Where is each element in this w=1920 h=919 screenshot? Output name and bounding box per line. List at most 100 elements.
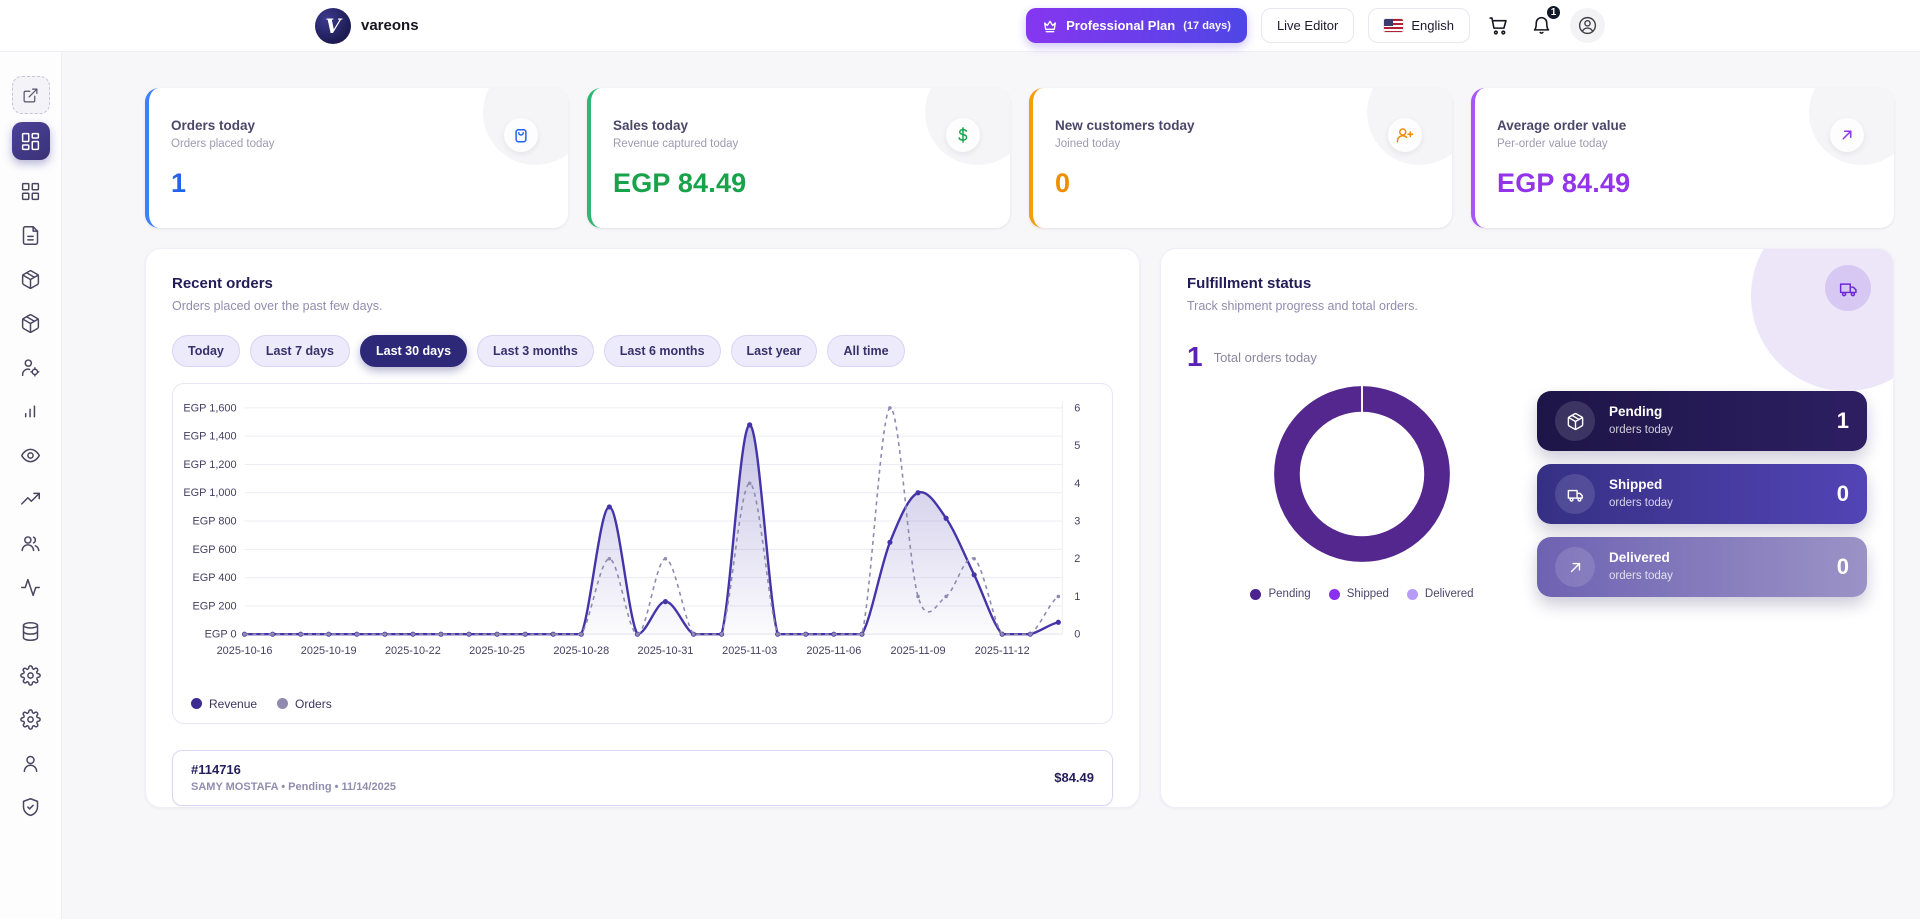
sidebar-item-growth[interactable] — [12, 480, 50, 518]
sidebar-item-widgets[interactable] — [12, 172, 50, 210]
sidebar-item-products[interactable] — [12, 260, 50, 298]
orders-revenue-chart-svg: EGP 0EGP 200EGP 400EGP 600EGP 800EGP 1,0… — [181, 394, 1104, 688]
order-id: #114716 — [191, 762, 396, 777]
sidebar-item-dashboard[interactable] — [12, 122, 50, 160]
sidebar-item-customers[interactable] — [12, 524, 50, 562]
sidebar-item-activity[interactable] — [12, 568, 50, 606]
recent-orders-subtitle: Orders placed over the past few days. — [172, 299, 1113, 313]
svg-text:6: 6 — [1074, 402, 1080, 414]
filter-last-3-months[interactable]: Last 3 months — [477, 335, 594, 367]
users-icon — [20, 533, 41, 554]
status-value: 1 — [1837, 408, 1849, 434]
stat-value: 0 — [1055, 168, 1426, 199]
date-range-filters: Today Last 7 days Last 30 days Last 3 month… — [172, 335, 1113, 367]
svg-text:EGP 600: EGP 600 — [193, 544, 237, 556]
stat-card-sales-today: Sales todayRevenue captured todayEGP 84.… — [587, 88, 1010, 228]
legend-item-orders[interactable]: Orders — [277, 697, 332, 711]
cart-icon — [1488, 15, 1509, 36]
sidebar-item-data[interactable] — [12, 612, 50, 650]
svg-text:0: 0 — [1074, 629, 1080, 641]
brand-name: vareons — [361, 17, 419, 34]
plan-label: Professional Plan — [1066, 18, 1175, 33]
stat-subtitle: Joined today — [1055, 138, 1426, 150]
us-flag-icon — [1384, 19, 1403, 32]
stat-value: 1 — [171, 168, 542, 199]
activity-icon — [20, 577, 41, 598]
stat-value: EGP 84.49 — [613, 168, 984, 199]
legend-item-revenue[interactable]: Revenue — [191, 697, 257, 711]
orders-revenue-chart: EGP 0EGP 200EGP 400EGP 600EGP 800EGP 1,0… — [181, 394, 1104, 693]
svg-text:2025-11-12: 2025-11-12 — [975, 645, 1030, 657]
notification-badge: 1 — [1545, 4, 1562, 21]
sidebar-item-settings[interactable] — [12, 656, 50, 694]
language-selector[interactable]: English — [1368, 8, 1470, 43]
package-icon — [20, 313, 41, 334]
layout-grid-icon — [20, 181, 41, 202]
shopping-bag-badge — [504, 118, 538, 152]
stat-value: EGP 84.49 — [1497, 168, 1868, 199]
sidebar-item-reports[interactable] — [12, 392, 50, 430]
truck-badge — [1555, 474, 1595, 514]
external-link-icon — [22, 87, 39, 104]
package-icon — [1566, 412, 1585, 431]
donut-legend-delivered[interactable]: Delivered — [1407, 588, 1474, 600]
svg-text:5: 5 — [1074, 440, 1080, 452]
sidebar-item-launcher[interactable] — [12, 76, 50, 114]
legend-dot — [277, 698, 288, 709]
sidebar-item-security[interactable] — [12, 788, 50, 826]
sidebar-item-account[interactable] — [12, 744, 50, 782]
live-editor-button[interactable]: Live Editor — [1261, 8, 1354, 43]
truck-icon — [1838, 278, 1859, 299]
user-plus-badge — [1388, 118, 1422, 152]
arrow-up-right-icon — [1838, 126, 1856, 144]
donut-legend-pending[interactable]: Pending — [1250, 588, 1310, 600]
svg-text:EGP 0: EGP 0 — [205, 629, 237, 641]
stats-row: Orders todayOrders placed today1Sales to… — [145, 88, 1894, 228]
svg-text:EGP 800: EGP 800 — [193, 516, 237, 528]
status-sublabel: orders today — [1609, 570, 1673, 582]
svg-text:EGP 1,000: EGP 1,000 — [183, 487, 236, 499]
fulfillment-donut-chart — [1267, 379, 1457, 574]
filter-today[interactable]: Today — [172, 335, 240, 367]
sidebar-item-views[interactable] — [12, 436, 50, 474]
shopping-bag-icon — [512, 126, 530, 144]
truck-icon — [1566, 485, 1585, 504]
trending-up-icon — [20, 489, 41, 510]
svg-text:2025-10-25: 2025-10-25 — [469, 645, 525, 657]
notifications-button[interactable]: 1 — [1527, 11, 1556, 40]
filter-last-6-months[interactable]: Last 6 months — [604, 335, 721, 367]
sidebar-item-preferences[interactable] — [12, 700, 50, 738]
plan-button[interactable]: Professional Plan (17 days) — [1026, 8, 1247, 43]
sidebar-item-inventory[interactable] — [12, 304, 50, 342]
user-plus-icon — [1396, 126, 1414, 144]
database-icon — [20, 621, 41, 642]
bar-chart-icon — [20, 401, 41, 422]
donut-legend-shipped[interactable]: Shipped — [1329, 588, 1389, 600]
status-sublabel: orders today — [1609, 497, 1673, 509]
filter-last-30-days[interactable]: Last 30 days — [360, 335, 467, 367]
brand[interactable]: V vareons — [315, 8, 419, 44]
truck-icon — [1825, 265, 1871, 311]
crown-icon — [1042, 18, 1058, 34]
status-cards: Pending orders today 1 Shipped orders to… — [1537, 379, 1867, 600]
language-label: English — [1411, 18, 1454, 33]
svg-text:EGP 200: EGP 200 — [193, 600, 237, 612]
stat-card-average-order-value: Average order valuePer-order value today… — [1471, 88, 1894, 228]
package-icon — [20, 269, 41, 290]
filter-all-time[interactable]: All time — [827, 335, 904, 367]
sidebar-item-documents[interactable] — [12, 216, 50, 254]
settings-icon — [20, 665, 41, 686]
user-icon — [20, 753, 41, 774]
filter-last-year[interactable]: Last year — [731, 335, 818, 367]
donut-legend: Pending Shipped Delivered — [1250, 588, 1473, 600]
user-circle-icon — [1577, 15, 1598, 36]
cart-button[interactable] — [1484, 11, 1513, 40]
stat-card-orders-today: Orders todayOrders placed today1 — [145, 88, 568, 228]
svg-text:3: 3 — [1074, 516, 1080, 528]
sidebar-item-staff[interactable] — [12, 348, 50, 386]
filter-last-7-days[interactable]: Last 7 days — [250, 335, 350, 367]
order-list-item[interactable]: #114716 SAMY MOSTAFA • Pending • 11/14/2… — [172, 750, 1113, 806]
total-orders-label: Total orders today — [1214, 350, 1317, 365]
recent-orders-panel: Recent orders Orders placed over the pas… — [145, 248, 1140, 808]
user-menu-button[interactable] — [1570, 8, 1605, 43]
